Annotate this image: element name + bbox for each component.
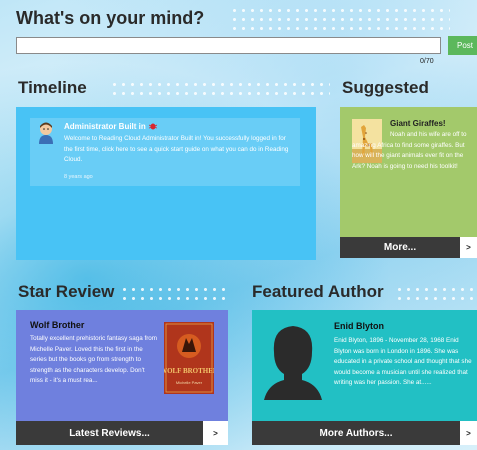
status-input[interactable]	[16, 37, 441, 54]
star-review-title: Star Review	[18, 282, 115, 301]
book-cover-wolf-brother-image[interactable]: WOLF BROTHER Michelle Paver	[164, 322, 214, 394]
post-author[interactable]: Administrator Built in	[64, 122, 157, 131]
author-silhouette-icon	[264, 326, 322, 400]
post-body[interactable]: Welcome to Reading Cloud Administrator B…	[64, 134, 294, 166]
chevron-right-icon[interactable]: >	[460, 421, 477, 445]
chevron-right-icon[interactable]: >	[460, 237, 477, 258]
background-dots	[395, 285, 475, 303]
chevron-right-icon[interactable]: >	[203, 421, 228, 445]
more-authors-button[interactable]: More Authors...	[252, 421, 460, 445]
more-suggestions-button[interactable]: More...	[340, 237, 460, 258]
background-dots	[230, 6, 450, 34]
user-avatar-icon	[39, 122, 53, 144]
red-bug-icon	[148, 123, 157, 130]
star-review-text: Totally excellent prehistoric fantasy sa…	[30, 335, 158, 384]
post-timestamp: 8 years ago	[64, 174, 93, 180]
composer-title: What's on your mind?	[16, 8, 205, 28]
timeline-title: Timeline	[18, 78, 87, 97]
star-review-book-title[interactable]: Wolf Brother	[30, 320, 84, 330]
background-dots	[110, 80, 330, 98]
cover-author: Michelle Paver	[176, 380, 203, 385]
suggested-description: Noah and his wife are off to amazing Afr…	[352, 131, 467, 170]
post-author-name[interactable]: Administrator Built in	[64, 122, 146, 131]
featured-author-name[interactable]: Enid Blyton	[334, 321, 384, 331]
suggested-title: Suggested	[342, 78, 429, 97]
featured-author-bio: Enid Blyton, 1896 - November 28, 1968 En…	[334, 337, 472, 386]
featured-author-title: Featured Author	[252, 282, 384, 301]
character-count: 0/70	[420, 58, 434, 65]
post-button[interactable]: Post	[448, 36, 477, 55]
background-dots	[120, 285, 230, 303]
latest-reviews-button[interactable]: Latest Reviews...	[16, 421, 203, 445]
cover-title: WOLF BROTHER	[164, 367, 214, 375]
suggested-book-title[interactable]: Giant Giraffes!	[390, 119, 446, 128]
